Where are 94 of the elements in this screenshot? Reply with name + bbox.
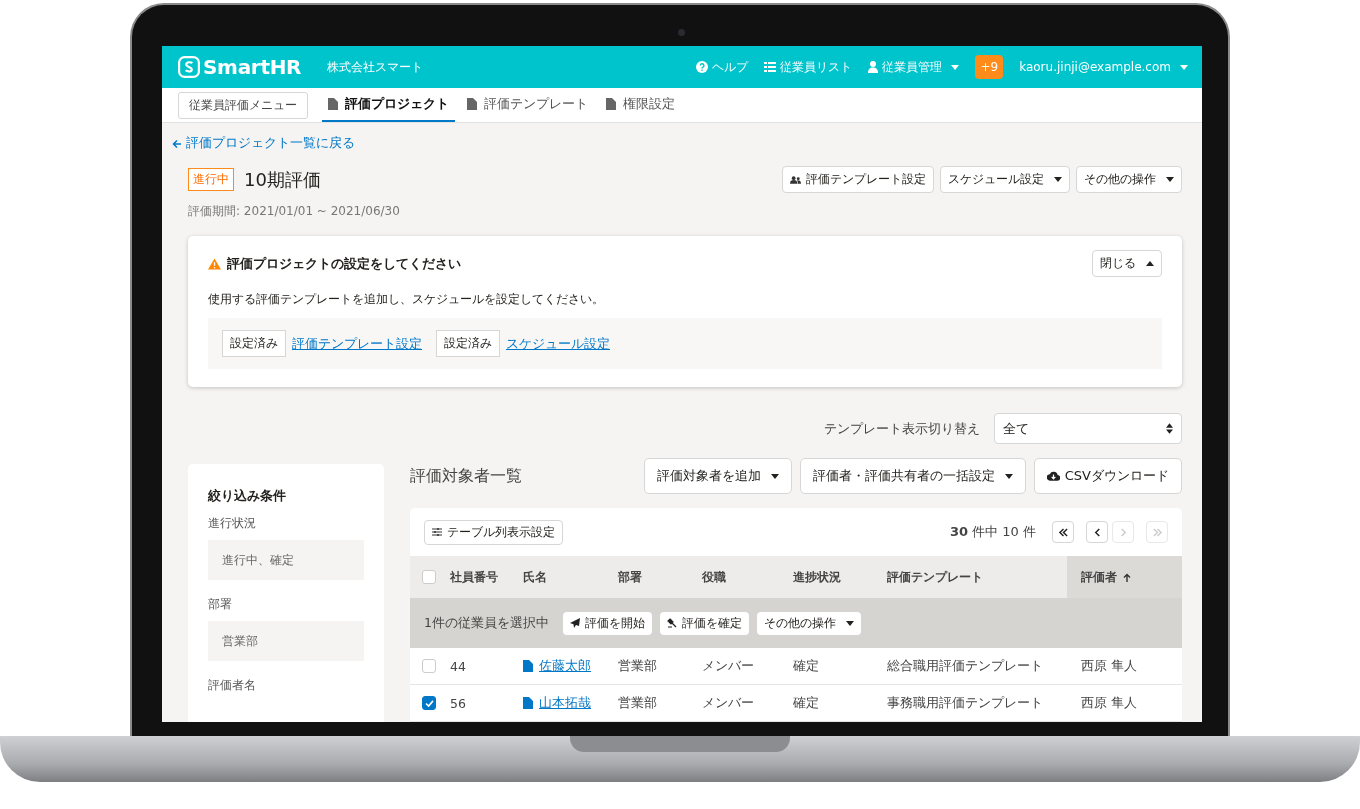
table-cell-text: メンバー [702, 693, 755, 712]
column-header[interactable]: 部署 [618, 556, 702, 598]
template-switch-label: テンプレート表示切り替え [824, 419, 980, 438]
document-icon [523, 660, 533, 672]
caret-icon [951, 64, 960, 70]
bulk-action-button[interactable]: その他の操作 [756, 611, 861, 635]
employee-name-link[interactable]: 山本拓哉 [539, 694, 591, 712]
caret-icon [845, 620, 854, 626]
chevron-right-icon [1151, 527, 1163, 537]
user-icon [868, 61, 879, 73]
document-icon [606, 98, 616, 110]
camera-icon [678, 29, 685, 36]
logo-mark-icon [178, 56, 200, 78]
back-link[interactable]: 評価プロジェクト一覧に戻る [172, 135, 355, 152]
check-icon [424, 699, 434, 707]
table-cell-text: 営業部 [618, 693, 658, 712]
checkbox[interactable] [422, 696, 436, 710]
table-cell-text: 西原 隼人 [1080, 656, 1138, 675]
table-cell-text: 56 [450, 694, 467, 713]
caret-icon [1180, 64, 1188, 70]
list-action-button[interactable]: 評価対象者を追加 [643, 458, 792, 494]
selection-count: 1件の従業員を選択中 [424, 614, 549, 632]
table-cell-text: 総合職用評価テンプレート [887, 656, 1044, 675]
filter-label: 進行状況 [208, 515, 257, 532]
table-cell-text: 事務職用評価テンプレート [887, 693, 1044, 712]
action-button[interactable]: 評価テンプレート設定 [782, 166, 934, 193]
tab[interactable]: 評価テンプレート [461, 88, 594, 122]
document-icon [523, 697, 533, 709]
document-icon [328, 98, 338, 110]
list-action-button[interactable]: 評価者・評価共有者の一括設定 [799, 458, 1026, 494]
list-title: 評価対象者一覧 [410, 465, 522, 487]
paper-plane-icon [569, 618, 580, 628]
help-icon [696, 61, 709, 73]
chevron-left-icon [1057, 527, 1069, 537]
settings-link[interactable]: 評価テンプレート設定 [292, 334, 422, 353]
table-cell-text: 西原 隼人 [1080, 693, 1138, 712]
sliders-icon [432, 528, 442, 536]
checkbox[interactable] [422, 570, 436, 584]
pagination-button[interactable] [1052, 521, 1074, 543]
status-tag: 設定済み [222, 330, 286, 357]
column-header[interactable]: 進捗状況 [793, 556, 887, 598]
column-settings-button[interactable]: テーブル列表示設定 [424, 519, 563, 545]
table-cell-text: 確定 [793, 693, 820, 712]
sort-arrows-icon [1166, 423, 1173, 434]
warning-icon [208, 257, 221, 270]
status-tag: 設定済み [436, 330, 500, 357]
close-button[interactable]: 閉じる [1092, 250, 1162, 277]
filter-field[interactable]: 進行中、確定 [208, 540, 364, 580]
column-header[interactable]: 氏名 [523, 556, 618, 598]
caret-icon [1166, 177, 1174, 182]
status-badge: 進行中 [188, 168, 234, 191]
project-title: 10期評価 [244, 167, 321, 192]
employee-name-link[interactable]: 佐藤太郎 [539, 657, 591, 675]
filter-field[interactable]: 営業部 [208, 621, 364, 661]
alert-message: 使用する評価テンプレートを追加し、スケジュールを設定してください。 [208, 291, 605, 308]
column-header[interactable]: 社員番号 [450, 556, 523, 598]
alert-title: 評価プロジェクトの設定をしてください [227, 254, 461, 273]
people-icon [790, 175, 801, 184]
pagination-button[interactable] [1086, 521, 1108, 543]
column-header[interactable]: 役職 [702, 556, 793, 598]
arrow-up-icon [1123, 572, 1131, 582]
caret-up-icon [1146, 261, 1154, 266]
caret-icon [1004, 473, 1013, 479]
table-cell-text: 44 [450, 657, 467, 676]
result-count: 30 件中 10 件 [949, 523, 1036, 541]
tab[interactable]: 権限設定 [600, 88, 681, 122]
cloud-download-icon [1046, 471, 1060, 481]
action-button[interactable]: その他の操作 [1076, 166, 1182, 193]
settings-link[interactable]: スケジュール設定 [506, 334, 610, 353]
checkbox[interactable] [422, 659, 436, 673]
filter-label: 部署 [208, 596, 233, 613]
column-header[interactable]: 評価者 [1067, 556, 1182, 598]
tab[interactable]: 評価プロジェクト [322, 88, 455, 122]
evaluation-period: 評価期間: 2021/01/01 ~ 2021/06/30 [188, 203, 401, 220]
logo-text: SmartHR [203, 55, 302, 79]
caret-icon [1054, 177, 1062, 182]
caret-icon [770, 473, 779, 479]
bulk-action-button[interactable]: 評価を確定 [659, 611, 749, 635]
document-icon [467, 98, 477, 110]
arrow-left-icon [172, 138, 182, 149]
filter-label: 評価者名 [208, 677, 257, 694]
template-select[interactable]: 全て [994, 413, 1182, 444]
menu-button[interactable]: 従業員評価メニュー [178, 91, 308, 119]
grid-icon [764, 62, 777, 72]
column-header[interactable]: 評価テンプレート [887, 556, 1067, 598]
stamp-icon [666, 618, 677, 628]
bulk-action-button[interactable]: 評価を開始 [562, 611, 652, 635]
table-cell-text: メンバー [702, 656, 755, 675]
list-action-button[interactable]: CSVダウンロード [1033, 458, 1182, 494]
company-name: 株式会社スマート [327, 58, 424, 76]
filter-title: 絞り込み条件 [208, 488, 287, 505]
action-button[interactable]: スケジュール設定 [940, 166, 1070, 193]
table-cell-text: 営業部 [618, 656, 658, 675]
table-cell-text: 確定 [793, 656, 820, 675]
